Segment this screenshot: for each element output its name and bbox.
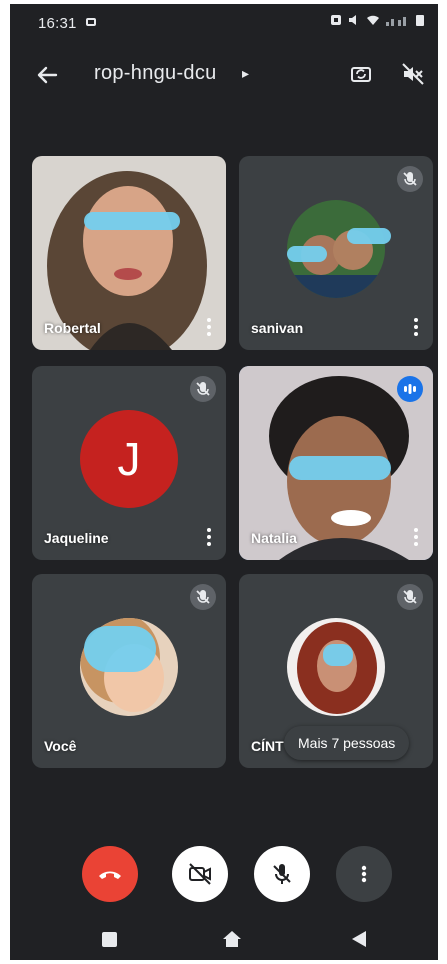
face-blur-mask: [323, 644, 353, 666]
signal-icon: [386, 14, 410, 29]
meeting-details-caret-icon[interactable]: ▸: [242, 65, 249, 82]
back-button[interactable]: [32, 60, 62, 90]
mic-off-icon: [190, 376, 216, 402]
mic-off-icon: [397, 166, 423, 192]
participant-tile[interactable]: sanivan: [239, 156, 433, 350]
videocam-off-icon: [189, 863, 211, 885]
meet-screen: 16:31 rop-hngu-dcu ▸ Robertal sanivan J …: [10, 4, 438, 960]
mic-off-icon: [397, 584, 423, 610]
more-participants-chip[interactable]: Mais 7 pessoas: [284, 726, 410, 760]
call-controls: [10, 846, 438, 904]
call-end-icon: [99, 871, 121, 879]
mic-off-icon: [273, 864, 291, 884]
system-nav-bar: [10, 916, 438, 960]
more-vert-icon: [361, 865, 367, 883]
participant-name: CÍNT: [251, 738, 284, 754]
home-icon[interactable]: [222, 930, 242, 948]
mic-off-icon: [190, 584, 216, 610]
meeting-code[interactable]: rop-hngu-dcu: [94, 62, 217, 85]
battery-icon: [416, 14, 424, 29]
switch-camera-button[interactable]: [346, 59, 376, 89]
speaking-indicator-icon: [397, 376, 423, 402]
arrow-back-icon: [37, 66, 58, 84]
participant-tile-active-speaker[interactable]: Natalia: [239, 366, 433, 560]
more-options-button[interactable]: [336, 846, 392, 902]
microphone-toggle-button[interactable]: [254, 846, 310, 902]
mute-status-icon: [348, 14, 360, 29]
audio-output-button[interactable]: [398, 59, 428, 89]
camera-toggle-button[interactable]: [172, 846, 228, 902]
volume-off-icon: [402, 63, 424, 85]
back-nav-icon[interactable]: [350, 930, 368, 948]
participant-name: Você: [44, 738, 77, 754]
face-blur-mask: [347, 228, 391, 244]
face-blur-mask: [84, 212, 180, 230]
face-blur-mask: [287, 246, 327, 262]
participant-menu-icon[interactable]: [413, 528, 419, 548]
screen-record-icon: [86, 18, 96, 26]
wifi-icon: [366, 14, 380, 29]
status-bar: 16:31: [10, 4, 438, 38]
participant-name: Jaqueline: [44, 530, 109, 546]
alarm-icon: [330, 14, 342, 29]
status-icons: [330, 14, 424, 29]
participant-tile[interactable]: J Jaqueline: [32, 366, 226, 560]
participant-tile[interactable]: Robertal: [32, 156, 226, 350]
participant-avatar: J: [80, 410, 178, 509]
participant-menu-icon[interactable]: [206, 318, 212, 338]
face-blur-mask: [289, 456, 391, 480]
participant-avatar: [287, 618, 385, 717]
participant-menu-icon[interactable]: [206, 528, 212, 548]
participant-name: sanivan: [251, 320, 304, 336]
switch-camera-icon: [351, 67, 371, 82]
top-app-bar: rop-hngu-dcu ▸: [10, 48, 438, 102]
participant-tile-self[interactable]: Você: [32, 574, 226, 768]
face-blur-mask: [84, 626, 156, 672]
participant-name: Robertal: [44, 320, 101, 336]
status-time: 16:31: [38, 15, 77, 32]
end-call-button[interactable]: [82, 846, 138, 902]
recents-icon[interactable]: [102, 932, 117, 947]
participant-menu-icon[interactable]: [413, 318, 419, 338]
participant-name: Natalia: [251, 530, 297, 546]
